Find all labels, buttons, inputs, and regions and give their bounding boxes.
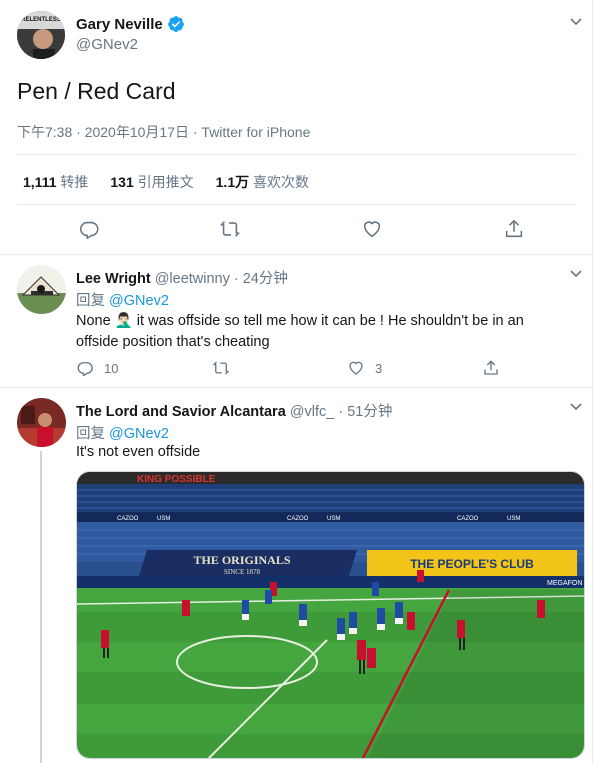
reply-prefix: 回复	[76, 426, 110, 442]
banner-since: SINCE 1878	[224, 568, 260, 576]
retweets-stat[interactable]: 1,111 转推	[23, 172, 88, 192]
like-count: 3	[375, 360, 383, 376]
author-name[interactable]: Gary Neville	[76, 15, 185, 33]
chevron-down-icon[interactable]	[568, 398, 584, 414]
reply-text-part: offside position that's cheating	[76, 334, 270, 350]
like-icon	[349, 361, 363, 375]
reply-time[interactable]: · 24分钟	[230, 271, 288, 287]
likes-stat[interactable]: 1.1万 喜欢次数	[216, 172, 309, 192]
chevron-down-icon[interactable]	[568, 265, 584, 281]
verified-badge-icon	[167, 16, 184, 32]
divider	[0, 254, 593, 255]
divider	[17, 204, 577, 205]
reply-icon[interactable]	[78, 218, 100, 240]
reply-text-part: None	[76, 313, 115, 329]
retweet-icon	[213, 361, 229, 375]
tweet-text: Pen / Red Card	[17, 78, 176, 104]
tweet-media-image[interactable]: KING POSSIBLE CAZOO USM CAZOO USM CAZOO …	[76, 471, 585, 759]
facepalm-emoji-icon: 🤦🏻‍♂️	[114, 313, 133, 329]
avatar-lee-wright[interactable]	[17, 265, 66, 314]
reply-header: Lee Wright @leetwinny · 24分钟	[76, 267, 288, 288]
reply-text-part: it was offside so tell me how it can be …	[132, 313, 524, 329]
reply-header: The Lord and Savior Alcantara @vlfc_ · 5…	[76, 400, 392, 421]
sponsor-text: CAZOO	[117, 516, 139, 522]
reply-author-name[interactable]: The Lord and Savior Alcantara	[76, 404, 286, 420]
reply-author-handle[interactable]: @vlfc_	[290, 404, 335, 420]
reply-to-line: 回复 @GNev2	[76, 422, 169, 443]
reply-author-name[interactable]: Lee Wright	[76, 271, 151, 287]
reply-text: None 🤦🏻‍♂️ it was offside so tell me how…	[76, 311, 576, 353]
avatar-text: RELENTLESS	[21, 17, 61, 23]
reply-prefix: 回复	[76, 293, 110, 309]
avatar-gary-neville[interactable]: RELENTLESS	[17, 11, 65, 59]
banner-originals: THE ORIGINALS	[193, 553, 290, 567]
reply-icon	[77, 362, 93, 377]
sponsor-text: CAZOO	[287, 516, 309, 522]
author-handle[interactable]: @GNev2	[76, 36, 138, 53]
tweet-timestamp[interactable]: 下午7:38 · 2020年10月17日 · Twitter for iPhon…	[17, 122, 310, 142]
quotes-stat[interactable]: 131 引用推文	[110, 172, 193, 192]
reply-text: It's not even offside	[76, 444, 201, 460]
sponsor-text: USM	[157, 516, 170, 522]
divider	[0, 387, 593, 388]
like-button[interactable]: 3	[347, 359, 382, 377]
football-pitch-photo: KING POSSIBLE CAZOO USM CAZOO USM CAZOO …	[77, 472, 584, 758]
retweet-icon[interactable]	[219, 218, 241, 240]
reply-time[interactable]: · 51分钟	[334, 404, 392, 420]
sponsor-text: USM	[327, 516, 340, 522]
stand-top-text: KING POSSIBLE	[137, 474, 216, 485]
reply-button[interactable]: 10	[76, 359, 118, 377]
author-name-text[interactable]: Gary Neville	[76, 16, 163, 33]
like-icon[interactable]	[361, 218, 383, 240]
sponsor-text: USM	[507, 516, 520, 522]
share-button[interactable]	[482, 359, 500, 377]
tweet-stats: 1,111 转推 131 引用推文 1.1万 喜欢次数	[23, 172, 309, 192]
sponsor-text: MEGAFON	[547, 580, 582, 587]
avatar-alcantara[interactable]	[17, 398, 66, 447]
reply-count: 10	[104, 360, 119, 376]
share-icon	[484, 360, 498, 375]
reply-to-mention[interactable]: @GNev2	[109, 426, 169, 442]
chevron-down-icon[interactable]	[568, 13, 584, 29]
divider	[17, 154, 577, 155]
sponsor-text: CAZOO	[457, 516, 479, 522]
banner-peoples-club: THE PEOPLE'S CLUB	[410, 557, 534, 571]
reply-to-line: 回复 @GNev2	[76, 289, 169, 310]
reply-to-mention[interactable]: @GNev2	[109, 293, 169, 309]
reply-author-handle[interactable]: @leetwinny	[155, 271, 230, 287]
tweet-thread: RELENTLESS Gary Neville @GNev2 Pen / Red…	[0, 0, 593, 763]
share-icon[interactable]	[503, 218, 525, 240]
thread-line	[40, 451, 42, 763]
retweet-button[interactable]	[212, 359, 230, 377]
